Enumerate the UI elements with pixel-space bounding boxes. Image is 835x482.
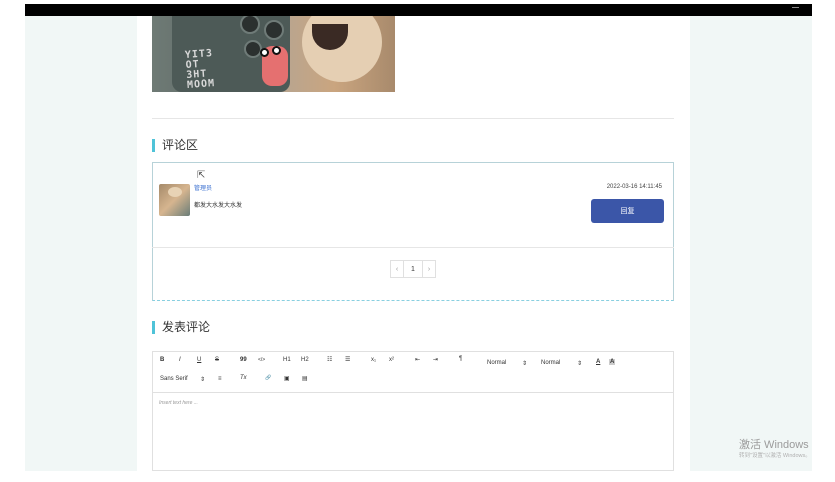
windows-activation-subtitle: 转到"设置"以激活 Windows。 [739,453,811,459]
comment-list [152,162,674,301]
indent-button[interactable]: ⇥ [433,356,438,363]
align-button[interactable]: ≡ [218,376,222,382]
reply-button[interactable]: 回复 [591,199,664,223]
camera-lens [264,20,284,40]
h2-button[interactable]: H2 [301,357,309,363]
code-button[interactable]: </> [258,357,265,363]
rich-text-editor [152,351,674,471]
editor-input[interactable]: Insert text here ... [159,400,198,406]
bullet-list-button[interactable]: ☰ [345,356,350,363]
page-number[interactable]: 1 [404,260,422,278]
font-color-button[interactable]: A [596,359,600,365]
toolbar-separator [152,392,674,393]
browser-top-bar [25,4,812,16]
post-comment-title: 发表评论 [152,321,210,334]
chevron-updown-icon: ⇕ [200,377,206,383]
italic-button[interactable]: I [179,357,181,363]
ordered-list-button[interactable]: ☷ [327,356,332,363]
font-select[interactable]: Sans Serif [160,376,188,382]
header-select[interactable]: Normal [541,360,560,366]
underline-button[interactable]: U [197,357,201,363]
link-icon[interactable]: 🔗 [265,375,271,381]
camera-lens [244,40,262,58]
comment-time: 2022-03-16 14:11:45 [606,184,662,190]
windows-activation-title: 激活 Windows [739,439,809,451]
toy-eye [272,46,281,55]
comment-separator [152,247,674,248]
outdent-button[interactable]: ⇤ [415,356,420,363]
comment-text: 都发大水发大水发 [194,203,243,209]
h1-button[interactable]: H1 [283,357,291,363]
prev-page-button[interactable]: ‹ [390,260,404,278]
comments-title: 评论区 [152,139,198,152]
avatar[interactable] [159,184,190,216]
size-select[interactable]: Normal [487,360,506,366]
blockquote-button[interactable]: 99 [240,357,247,363]
pagination: ‹ 1 › [390,260,436,278]
section-divider [152,118,674,119]
background-color-button[interactable]: A [609,359,616,365]
right-margin [690,16,812,471]
chevron-updown-icon: ⇕ [522,361,528,367]
video-icon[interactable]: ▤ [302,375,308,382]
strike-button[interactable]: S [215,357,219,363]
article-image: YIT3 OT 3HT MOOM [152,16,395,92]
mouse-cursor-icon: ⇱ [197,170,206,181]
bold-button[interactable]: B [160,357,164,363]
clean-format-button[interactable]: Tx [240,375,247,381]
superscript-button[interactable]: x² [389,357,394,363]
next-page-button[interactable]: › [422,260,436,278]
comment-username[interactable]: 管理员 [194,183,212,192]
minimize-icon [792,7,799,8]
chevron-updown-icon: ⇕ [577,361,583,367]
image-icon[interactable]: ▣ [284,375,290,382]
subscript-button[interactable]: x₁ [371,357,376,363]
phone-sticker: YIT3 OT 3HT MOOM [184,48,216,91]
toy-eye [260,48,269,57]
left-margin [25,16,137,471]
direction-button[interactable]: ¶ [459,356,462,362]
